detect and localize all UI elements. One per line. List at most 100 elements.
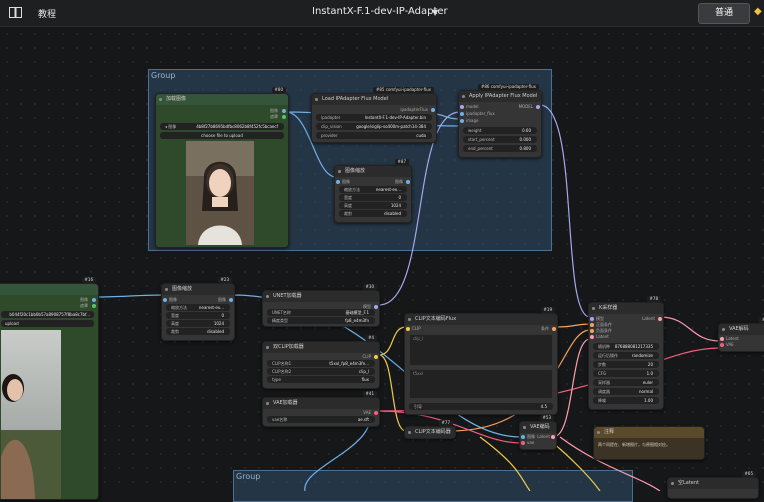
cfg-widget[interactable]: CFG 1.0 bbox=[593, 370, 659, 377]
input-socket[interactable] bbox=[460, 105, 464, 109]
image-scale-node-mid[interactable]: #23 图像缩放 图像 图像 缩放方法 nearest-ex... 宽度 0 高度 1… bbox=[161, 277, 235, 341]
node-title[interactable]: Apply IPAdapter Flux Model bbox=[459, 91, 541, 102]
output-socket[interactable] bbox=[374, 355, 378, 359]
node-title[interactable]: CLIP文本编码Flux bbox=[405, 314, 557, 325]
tutorial-link[interactable]: 教程 bbox=[38, 7, 56, 20]
seed-widget[interactable]: 随机种 876888081217335 bbox=[593, 343, 659, 350]
ksampler-node[interactable]: #78 K采样器 模型 Latent 正面条件 负面条件 Latent 随机种 8… bbox=[588, 296, 664, 410]
note-node[interactable]: 注释 两个同提在、新增图片，与原图相对应。 bbox=[593, 426, 705, 460]
node-title[interactable]: 双CLIP加载器 bbox=[263, 342, 379, 353]
mode-button[interactable]: 普通 bbox=[698, 3, 750, 24]
node-title[interactable]: 空Latent bbox=[668, 478, 758, 489]
input-socket[interactable] bbox=[521, 441, 525, 445]
book-icon[interactable] bbox=[9, 7, 22, 18]
clip-vision-select[interactable]: clip_vision google/siglip-so400m-patch14-… bbox=[316, 123, 432, 130]
input-socket[interactable] bbox=[521, 435, 525, 439]
guidance-widget[interactable]: 引导 4.5 bbox=[409, 403, 553, 410]
apply-ipadapter-node[interactable]: #86 comfyui-ipadapter-flux Apply IPAdapt… bbox=[458, 84, 542, 158]
precision-widget[interactable]: 精度类型 fp8_e4m3fn bbox=[267, 317, 375, 324]
output-socket[interactable] bbox=[92, 304, 96, 308]
input-socket[interactable] bbox=[163, 298, 167, 302]
node-title[interactable]: 图像缩放 bbox=[162, 284, 234, 295]
output-socket[interactable] bbox=[552, 327, 556, 331]
input-socket[interactable] bbox=[336, 180, 340, 184]
vae-encode-node[interactable]: #53 VAE编码 图像 vae Latent bbox=[519, 415, 557, 450]
output-socket[interactable] bbox=[374, 411, 378, 415]
denoise-widget[interactable]: 降噪 1.00 bbox=[593, 397, 659, 404]
clip-l-textarea[interactable]: clip_l bbox=[409, 334, 553, 366]
provider-select[interactable]: provider cuda bbox=[316, 132, 432, 139]
type-widget[interactable]: type flux bbox=[267, 376, 375, 383]
width-widget[interactable]: 宽度 0 bbox=[339, 194, 407, 201]
input-socket[interactable] bbox=[590, 335, 594, 339]
input-socket[interactable] bbox=[590, 323, 594, 327]
load-ipadapter-node[interactable]: #85 comfyui-ipadapter-flux Load IPAdapte… bbox=[311, 87, 437, 143]
input-socket[interactable] bbox=[590, 317, 594, 321]
output-socket[interactable] bbox=[658, 317, 662, 321]
weight-widget[interactable]: weight 0.60 bbox=[463, 127, 537, 134]
output-socket[interactable] bbox=[536, 105, 540, 109]
output-socket[interactable] bbox=[282, 115, 286, 119]
node-title[interactable]: 加载图像 bbox=[156, 94, 288, 105]
empty-latent-node[interactable]: #65 空Latent bbox=[667, 471, 759, 499]
vae-decode-node[interactable]: #5 VAE解码 Latent VAE bbox=[718, 317, 764, 352]
node-canvas[interactable]: Group Group #80 加载图像 图像 遮罩 ◂ 图像 4b8f27b86… bbox=[0, 27, 764, 502]
input-socket[interactable] bbox=[460, 112, 464, 116]
clip-name2-widget[interactable]: CLIP名称2 clip_l bbox=[267, 368, 375, 375]
clip-name1-widget[interactable]: CLIP名称1 t5xxl_fp8_e4m3fn... bbox=[267, 360, 375, 367]
scale-method-widget[interactable]: 缩放方法 nearest-ex... bbox=[339, 186, 407, 193]
output-socket[interactable] bbox=[229, 298, 233, 302]
image-select[interactable]: b044f20c1bb0b57a8908757f8ba8c7bf... bbox=[1, 311, 94, 318]
t5xxl-textarea[interactable]: t5xxl bbox=[409, 369, 553, 399]
height-widget[interactable]: 高度 1024 bbox=[166, 320, 230, 327]
end-percent-widget[interactable]: end_percent 0.800 bbox=[463, 145, 537, 152]
node-title[interactable]: 图像缩放 bbox=[335, 166, 411, 177]
node-title[interactable]: K采样器 bbox=[589, 303, 663, 314]
load-image-node-left[interactable]: #16 图像 遮罩 b044f20c1bb0b57a8908757f8ba8c7… bbox=[0, 277, 99, 500]
sampler-widget[interactable]: 采样器 euler bbox=[593, 379, 659, 386]
steps-widget[interactable]: 步数 20 bbox=[593, 361, 659, 368]
workflow-title[interactable]: InstantX-F.1-dev-IP-Adapter bbox=[312, 6, 448, 17]
height-widget[interactable]: 高度 1024 bbox=[339, 202, 407, 209]
crop-widget[interactable]: 裁剪 disabled bbox=[339, 210, 407, 217]
crop-widget[interactable]: 裁剪 disabled bbox=[166, 328, 230, 335]
upload-button[interactable]: upload bbox=[1, 320, 94, 327]
output-socket[interactable] bbox=[282, 109, 286, 113]
node-title[interactable]: 注释 bbox=[594, 427, 704, 438]
upload-button[interactable]: choose file to upload bbox=[160, 132, 284, 139]
clip-text-neg-node[interactable]: #77 CLIP文本编码器 bbox=[404, 420, 456, 439]
node-title[interactable]: CLIP文本编码器 bbox=[405, 427, 455, 438]
clip-text-flux-node[interactable]: #19 CLIP文本编码Flux CLIP 条件 clip_l t5xxl 引导… bbox=[404, 307, 558, 415]
after-run-widget[interactable]: 运行后操作 randomize bbox=[593, 352, 659, 359]
node-title[interactable]: Load IPAdapter Flux Model bbox=[312, 94, 436, 105]
unet-name-widget[interactable]: UNET名称 基础模型_F.1 bbox=[267, 309, 375, 316]
input-socket[interactable] bbox=[406, 327, 410, 331]
output-socket[interactable] bbox=[374, 305, 378, 309]
scale-method-widget[interactable]: 缩放方法 nearest-ex... bbox=[166, 304, 230, 311]
unet-loader-node[interactable]: #30 UNET加载器 模型 UNET名称 基础模型_F.1 精度类型 fp8_e4… bbox=[262, 284, 380, 327]
load-image-node-top[interactable]: #80 加载图像 图像 遮罩 ◂ 图像 4b8f27b8695bdfbc8062b… bbox=[155, 87, 289, 248]
caret-down-icon[interactable]: ▼ bbox=[432, 8, 438, 17]
image-select[interactable]: ◂ 图像 4b8f27b8695bdfbc8062b8f452fc5bcaecf bbox=[160, 123, 284, 130]
node-title[interactable]: VAE编码 bbox=[520, 422, 556, 433]
output-socket[interactable] bbox=[92, 298, 96, 302]
width-widget[interactable]: 宽度 0 bbox=[166, 312, 230, 319]
dual-clip-loader-node[interactable]: #4 双CLIP加载器 CLIP CLIP名称1 t5xxl_fp8_e4m3fn… bbox=[262, 335, 380, 389]
ipadapter-select[interactable]: ipadapter InstantX-F.1-dev-IP-Adapter.bin bbox=[316, 114, 432, 121]
diamond-icon[interactable]: ◆ bbox=[754, 6, 762, 17]
node-title[interactable]: VAE加载器 bbox=[263, 398, 379, 409]
input-socket[interactable] bbox=[590, 329, 594, 333]
start-percent-widget[interactable]: start_percent 0.000 bbox=[463, 136, 537, 143]
output-socket[interactable] bbox=[406, 180, 410, 184]
output-socket[interactable] bbox=[551, 435, 555, 439]
node-title[interactable]: VAE解码 bbox=[719, 324, 764, 335]
input-socket[interactable] bbox=[720, 343, 724, 347]
image-scale-node-top[interactable]: #87 图像缩放 图像 图像 缩放方法 nearest-ex... 宽度 0 高度 1… bbox=[334, 159, 412, 223]
scheduler-widget[interactable]: 调度器 normal bbox=[593, 388, 659, 395]
node-title[interactable]: UNET加载器 bbox=[263, 291, 379, 302]
vae-name-widget[interactable]: vae名称 ae.sft bbox=[267, 416, 375, 423]
output-socket[interactable] bbox=[431, 108, 435, 112]
note-text[interactable]: 两个同提在、新增图片，与原图相对应。 bbox=[598, 442, 670, 448]
input-socket[interactable] bbox=[460, 119, 464, 123]
input-socket[interactable] bbox=[720, 337, 724, 341]
